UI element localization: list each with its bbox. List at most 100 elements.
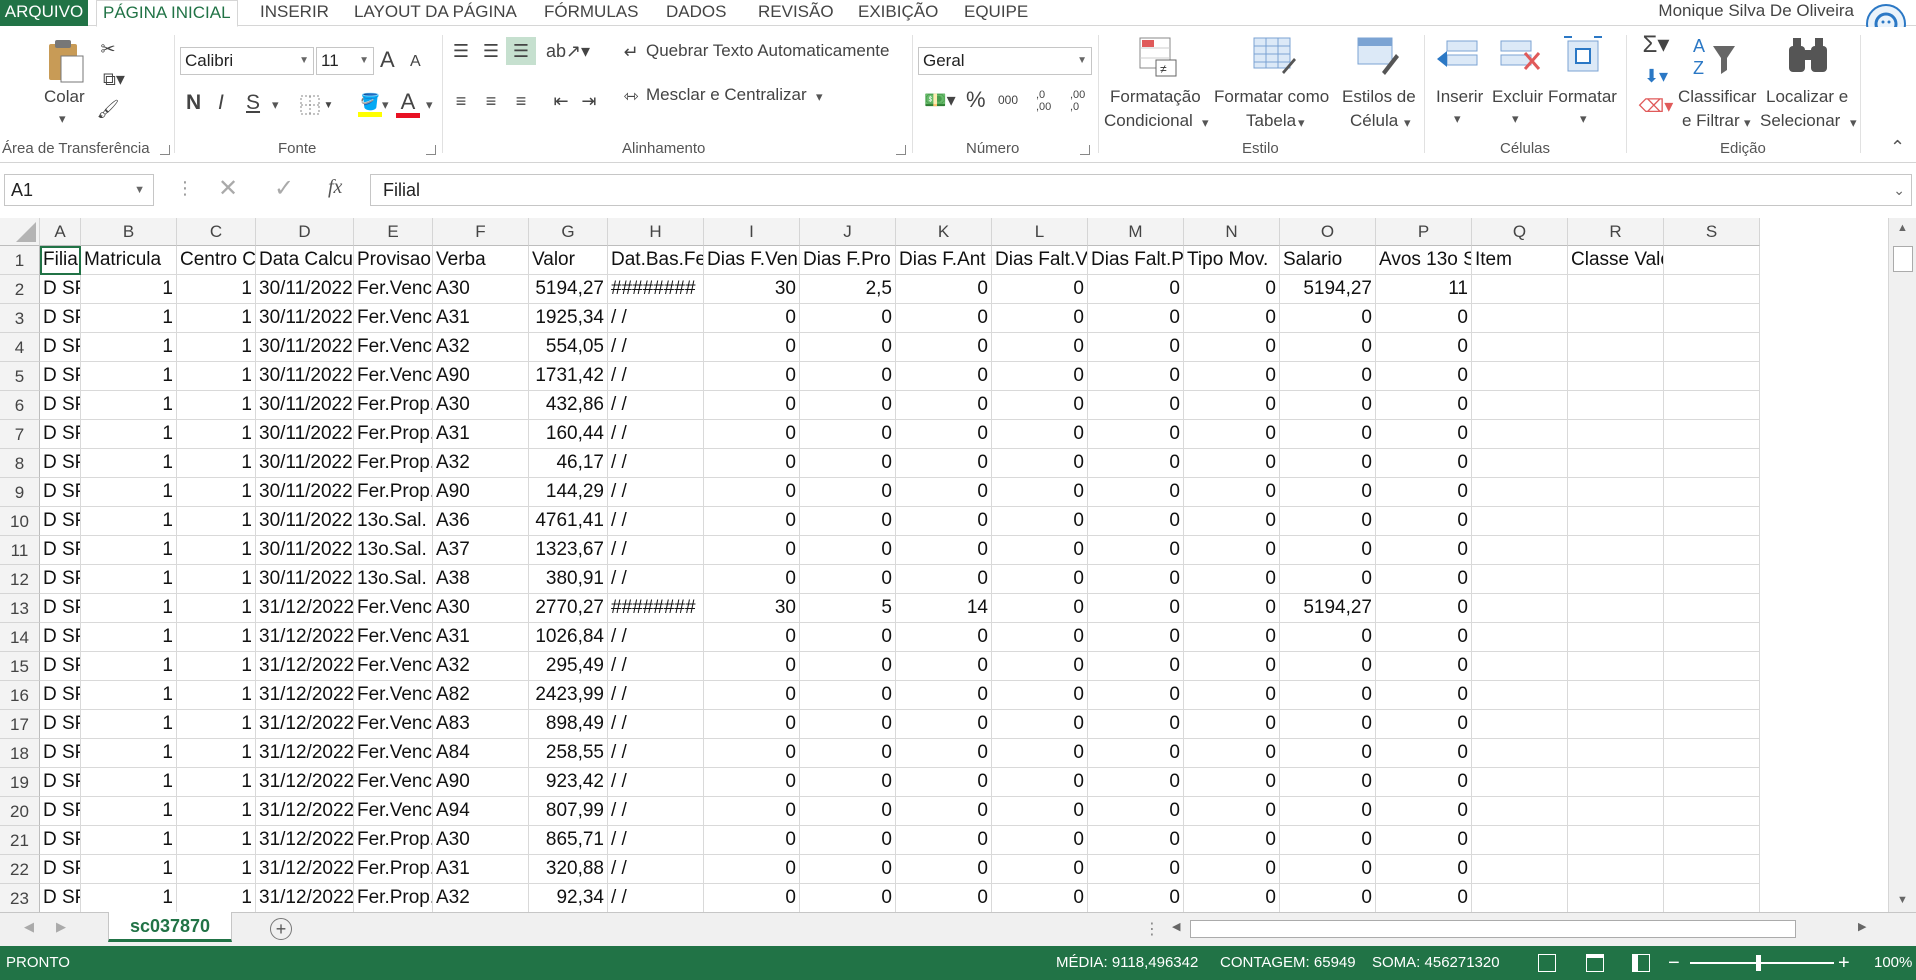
table-cell[interactable] [1568,565,1664,594]
table-cell[interactable]: A83 [433,710,529,739]
table-cell[interactable]: D SP 01 [40,565,81,594]
table-cell[interactable]: 0 [992,768,1088,797]
table-cell[interactable]: 30/11/2022 [256,420,354,449]
table-cell[interactable]: 0 [1184,507,1280,536]
table-cell[interactable]: 0 [992,739,1088,768]
row-header[interactable]: 22 [0,855,40,884]
row-header[interactable]: 14 [0,623,40,652]
table-cell[interactable]: D SP 01 [40,536,81,565]
table-cell[interactable]: 160,44 [529,420,608,449]
table-cell[interactable] [1568,855,1664,884]
font-color-icon[interactable]: A [394,87,422,121]
table-cell[interactable]: 1 [177,275,256,304]
table-cell[interactable]: A38 [433,565,529,594]
table-cell[interactable]: 0 [992,362,1088,391]
table-cell[interactable]: / / [608,826,704,855]
table-cell[interactable] [1664,681,1760,710]
table-cell[interactable]: 0 [1088,536,1184,565]
table-cell[interactable]: 0 [800,536,896,565]
table-cell[interactable]: 0 [1088,710,1184,739]
table-cell[interactable] [1472,652,1568,681]
table-cell[interactable]: A32 [433,884,529,912]
table-cell[interactable]: 0 [1280,681,1376,710]
table-cell[interactable]: D SP 01 [40,623,81,652]
table-cell[interactable]: 0 [992,478,1088,507]
table-cell[interactable] [1472,478,1568,507]
table-cell[interactable]: / / [608,768,704,797]
table-cell[interactable]: 1 [81,594,177,623]
table-cell[interactable]: Fer.Venc. [354,623,433,652]
table-cell[interactable]: 0 [1280,333,1376,362]
table-cell[interactable]: 0 [1280,420,1376,449]
table-cell[interactable]: D SP 01 [40,333,81,362]
chevron-down-icon[interactable]: ▾ [1298,115,1305,131]
table-cell[interactable]: 11 [1376,275,1472,304]
scroll-right-icon[interactable]: ▶ [1858,920,1866,933]
table-cell[interactable] [1664,362,1760,391]
table-cell[interactable]: 1 [81,362,177,391]
table-cell[interactable]: 13o.Sal. [354,536,433,565]
row-header[interactable]: 3 [0,304,40,333]
horizontal-scroll-thumb[interactable] [1190,920,1796,938]
table-cell[interactable]: 0 [1088,478,1184,507]
cell-styles-label-2[interactable]: Célula [1350,111,1398,131]
merge-center-icon[interactable]: ⇿ [620,85,642,107]
table-cell[interactable]: 0 [800,449,896,478]
table-cell[interactable]: 0 [992,855,1088,884]
table-cell[interactable]: 0 [704,391,800,420]
table-cell[interactable]: 807,99 [529,797,608,826]
page-layout-view-icon[interactable] [1586,954,1604,972]
table-cell[interactable]: 31/12/2022 [256,739,354,768]
table-cell[interactable]: D SP 01 [40,768,81,797]
table-cell[interactable]: 0 [1376,565,1472,594]
table-cell[interactable]: D SP 01 [40,710,81,739]
table-cell[interactable] [1472,623,1568,652]
table-cell[interactable]: 1 [177,826,256,855]
table-cell[interactable] [1472,681,1568,710]
table-cell[interactable]: 554,05 [529,333,608,362]
table-cell[interactable]: 0 [1376,594,1472,623]
table-cell[interactable]: 30 [704,594,800,623]
scroll-down-icon[interactable]: ▼ [1897,894,1908,906]
insert-cells-icon[interactable] [1434,35,1482,79]
table-cell[interactable] [1568,826,1664,855]
table-cell[interactable]: 0 [704,333,800,362]
row-header[interactable]: 17 [0,710,40,739]
table-cell[interactable]: Fer.Prop. [354,420,433,449]
table-cell[interactable]: Fer.Prop. [354,449,433,478]
row-header[interactable]: 2 [0,275,40,304]
table-cell[interactable] [1568,652,1664,681]
table-cell[interactable]: 0 [1184,884,1280,912]
table-cell[interactable]: 1 [81,275,177,304]
table-cell[interactable] [1664,884,1760,912]
table-cell[interactable] [1664,623,1760,652]
table-cell[interactable]: 0 [704,739,800,768]
table-cell[interactable]: 0 [1376,652,1472,681]
table-cell[interactable]: A84 [433,739,529,768]
table-cell[interactable]: D SP 01 [40,652,81,681]
row-header[interactable]: 6 [0,391,40,420]
currency-icon[interactable]: 💵▾ [920,87,960,113]
table-cell[interactable]: / / [608,681,704,710]
table-cell[interactable]: 0 [1184,623,1280,652]
table-cell[interactable]: 0 [1376,478,1472,507]
table-cell[interactable]: 0 [992,507,1088,536]
row-header[interactable]: 15 [0,652,40,681]
table-cell[interactable]: 1 [177,362,256,391]
table-cell[interactable]: 0 [1184,652,1280,681]
table-cell[interactable]: 0 [1184,304,1280,333]
table-cell[interactable]: 0 [1376,449,1472,478]
table-cell[interactable]: / / [608,739,704,768]
table-cell[interactable] [1664,565,1760,594]
table-cell[interactable] [1568,768,1664,797]
table-cell[interactable]: 0 [1376,797,1472,826]
insert-cells-label[interactable]: Inserir [1436,87,1483,107]
cell-styles-icon[interactable] [1356,35,1400,79]
table-cell[interactable]: 1 [177,478,256,507]
table-cell[interactable]: Fer.Prop. [354,391,433,420]
split-handle-icon[interactable]: ⋮ [1144,919,1160,939]
header-cell[interactable]: Data Calculo [256,246,354,275]
table-cell[interactable]: 0 [1184,681,1280,710]
table-cell[interactable]: 0 [1184,855,1280,884]
header-cell[interactable]: Dias Falt.P [1088,246,1184,275]
